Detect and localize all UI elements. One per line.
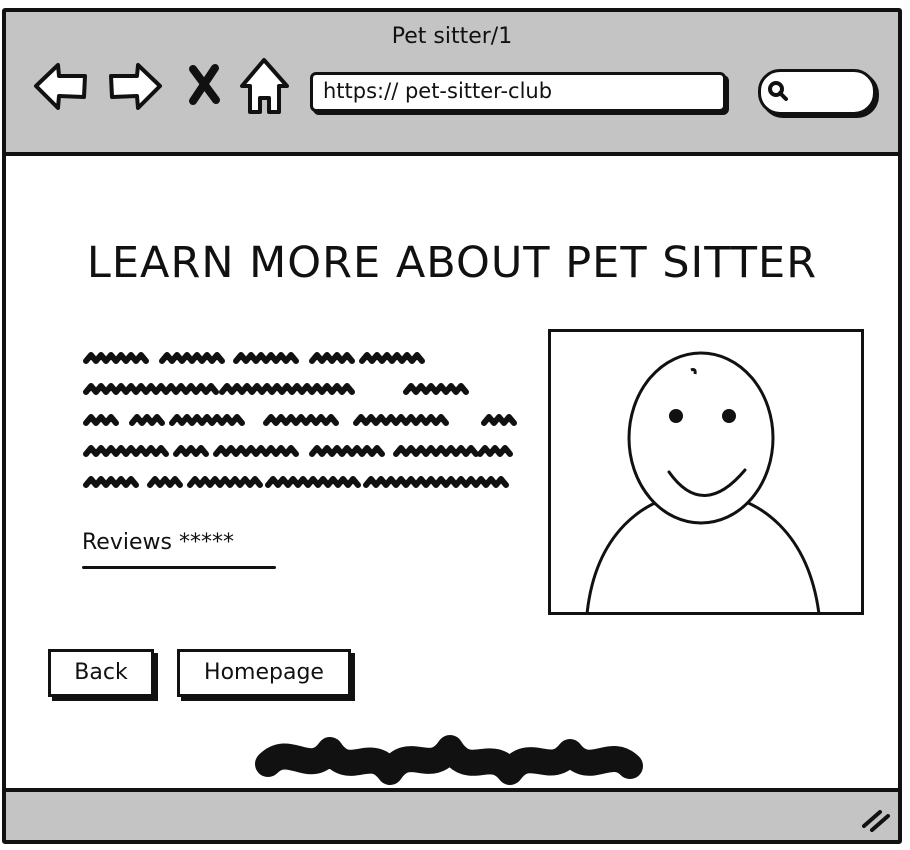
- homepage-button[interactable]: Homepage: [177, 649, 351, 697]
- page-title: LEARN MORE ABOUT PET SITTER: [86, 238, 818, 288]
- resize-grip-icon[interactable]: [860, 802, 892, 834]
- arrow-left-icon[interactable]: [32, 56, 90, 114]
- close-icon[interactable]: [182, 56, 240, 114]
- profile-image: [548, 329, 864, 615]
- search-input[interactable]: [758, 69, 876, 115]
- footer-placeholder-scribble: [255, 735, 643, 785]
- page-content: LEARN MORE ABOUT PET SITTER Reviews ****…: [6, 156, 898, 788]
- arrow-right-icon[interactable]: [106, 56, 164, 114]
- placeholder-paragraph: [83, 352, 517, 488]
- reviews-link[interactable]: Reviews *****: [82, 530, 234, 555]
- search-icon: [768, 81, 788, 101]
- person-avatar-icon: [585, 351, 821, 612]
- browser-toolbar: Pet sitter/1 https:// pet-sitter-club: [6, 12, 898, 156]
- url-text: https:// pet-sitter-club: [323, 79, 553, 103]
- browser-window: Pet sitter/1 https:// pet-sitter-club LE…: [2, 8, 902, 844]
- url-bar[interactable]: https:// pet-sitter-club: [310, 72, 726, 112]
- window-title: Pet sitter/1: [391, 24, 513, 49]
- back-button[interactable]: Back: [48, 649, 154, 697]
- home-icon[interactable]: [236, 56, 294, 114]
- status-bar: [6, 788, 898, 840]
- reviews-underline: [82, 566, 276, 569]
